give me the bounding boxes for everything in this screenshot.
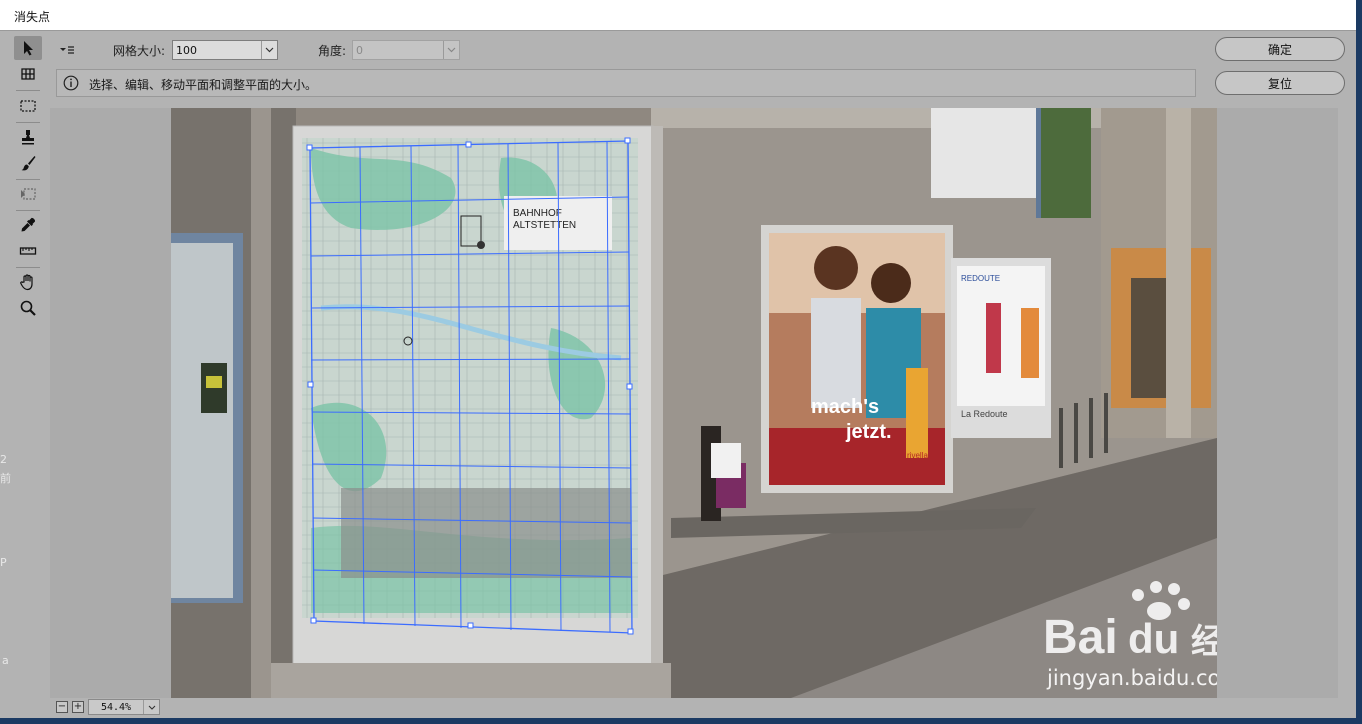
create-plane-tool[interactable] [14, 62, 42, 86]
hint-text: 选择、编辑、移动平面和调整平面的大小。 [89, 78, 318, 92]
watermark-brand-du: du [1128, 615, 1179, 662]
photo-preview[interactable]: BAHNHOF ALTSTETTEN mach's jetzt. rivella… [171, 108, 1217, 698]
minus-icon: − [57, 701, 67, 712]
desktop-fragment: 2 [0, 453, 7, 466]
sign-text-line1: BAHNHOF [513, 208, 562, 219]
zoom-in-button[interactable]: + [72, 701, 84, 713]
poster-bottle-label: rivella [907, 451, 928, 460]
photo-scene[interactable]: BAHNHOF ALTSTETTEN mach's jetzt. rivella… [171, 108, 1217, 698]
watermark-url: jingyan.baidu.com [1047, 666, 1217, 690]
magnifier-icon [20, 300, 36, 316]
reset-button[interactable]: 复位 [1215, 71, 1345, 95]
poster-text-line1: mach's [811, 396, 879, 418]
hint-bar: 选择、编辑、移动平面和调整平面的大小。 [56, 69, 1196, 97]
stamp-icon [22, 130, 34, 145]
status-bar: − + 54.4% [50, 698, 1356, 718]
transform-tool[interactable] [14, 182, 42, 206]
watermark-brand: Bai [1043, 611, 1118, 664]
angle-label: 角度: [318, 44, 347, 58]
panel-menu-button[interactable] [56, 41, 78, 59]
desktop-fragment: P [0, 556, 7, 569]
desktop-fragment: 前 [0, 472, 11, 485]
brush-tool[interactable] [14, 151, 42, 175]
marquee-tool[interactable] [14, 94, 42, 118]
grid-size-combo[interactable]: 100 [172, 40, 278, 60]
options-bar: 网格大小: 100 角度: 0 [56, 38, 956, 62]
marquee-icon [20, 100, 36, 112]
measure-tool[interactable] [14, 239, 42, 263]
eyedropper-tool[interactable] [14, 213, 42, 237]
preview-canvas[interactable]: BAHNHOF ALTSTETTEN mach's jetzt. rivella… [50, 108, 1338, 698]
grid-size-label: 网格大小: [113, 44, 166, 58]
hand-tool[interactable] [14, 270, 42, 294]
chevron-down-icon[interactable] [143, 700, 159, 714]
chevron-down-icon[interactable] [443, 41, 459, 59]
zoom-tool[interactable] [14, 296, 42, 320]
poster-text-line2: jetzt. [845, 421, 892, 443]
arrow-icon [24, 41, 33, 56]
info-icon [63, 75, 79, 91]
chevron-down-icon[interactable] [261, 41, 277, 59]
zoom-out-button[interactable]: − [56, 701, 68, 713]
brush-icon [21, 156, 36, 171]
watermark-cn: 经验 [1191, 622, 1217, 662]
desktop-fragment: a [2, 654, 9, 667]
window-title: 消失点 [14, 10, 51, 24]
vanishing-point-window: 消失点 网格大小: 100 角度: 0 选择、编辑、移动平面和调整平面的大小。 … [0, 0, 1356, 718]
grid-size-value[interactable]: 100 [173, 44, 261, 57]
angle-combo[interactable]: 0 [352, 40, 460, 60]
stamp-tool[interactable] [14, 125, 42, 149]
hand-icon [20, 274, 33, 291]
create-plane-icon [21, 68, 35, 80]
tool-palette [10, 34, 46, 334]
zoom-combo[interactable]: 54.4% [88, 699, 160, 715]
angle-value[interactable]: 0 [353, 44, 443, 57]
sign-text-line2: ALTSTETTEN [513, 220, 576, 231]
ruler-icon [19, 247, 37, 255]
plus-icon: + [73, 701, 83, 712]
transform-icon [21, 188, 36, 200]
menu-icon [60, 46, 74, 54]
title-bar: 消失点 [0, 0, 1356, 31]
edit-plane-tool[interactable] [14, 36, 42, 60]
eyedropper-icon [21, 217, 36, 232]
ok-button[interactable]: 确定 [1215, 37, 1345, 61]
poster2-brand-text: La Redoute [961, 409, 1008, 419]
zoom-value[interactable]: 54.4% [89, 702, 143, 713]
poster2-top-text: REDOUTE [961, 274, 1000, 283]
